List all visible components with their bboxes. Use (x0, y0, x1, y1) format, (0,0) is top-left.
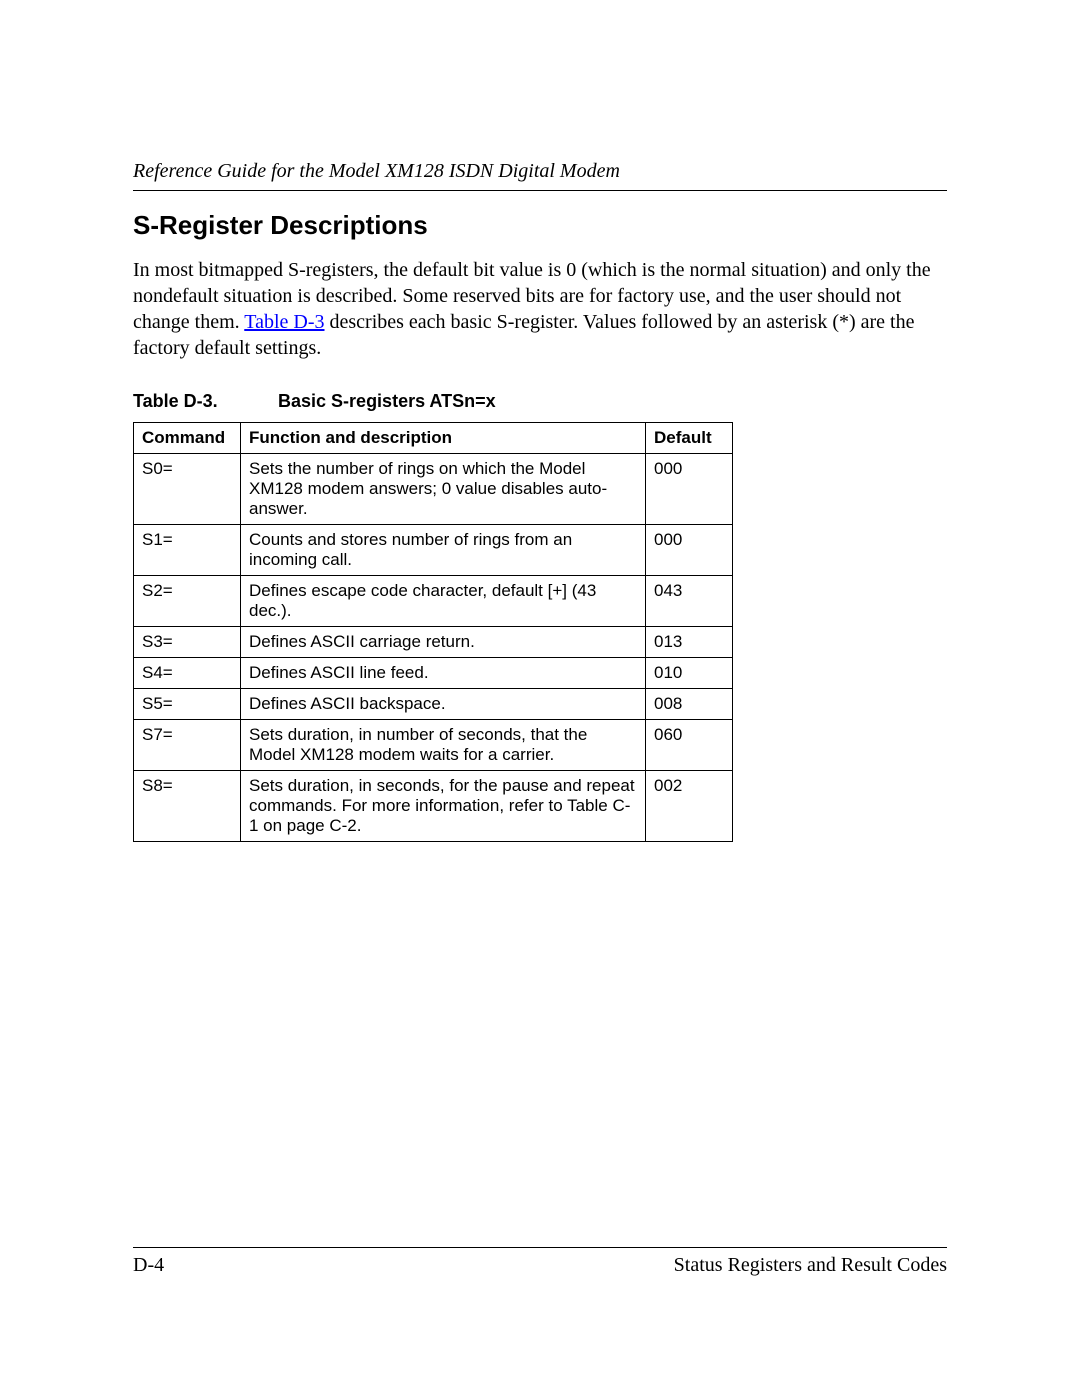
table-header-row: Command Function and description Default (134, 423, 733, 454)
page-number: D-4 (133, 1254, 164, 1277)
cell-command: S1= (134, 525, 241, 576)
table-caption: Table D-3. Basic S-registers ATSn=x (133, 391, 947, 412)
col-header-command: Command (134, 423, 241, 454)
table-row: S7= Sets duration, in number of seconds,… (134, 720, 733, 771)
cell-function: Sets duration, in number of seconds, tha… (241, 720, 646, 771)
footer-section-name: Status Registers and Result Codes (674, 1254, 947, 1277)
cell-command: S5= (134, 689, 241, 720)
cell-command: S2= (134, 576, 241, 627)
running-header: Reference Guide for the Model XM128 ISDN… (133, 160, 947, 183)
cell-default: 000 (646, 525, 733, 576)
sregisters-table: Command Function and description Default… (133, 422, 733, 842)
cell-command: S4= (134, 658, 241, 689)
table-d3-link[interactable]: Table D-3 (244, 311, 324, 333)
table-row: S0= Sets the number of rings on which th… (134, 454, 733, 525)
page-content: S-Register Descriptions In most bitmappe… (133, 200, 947, 842)
intro-paragraph: In most bitmapped S-registers, the defau… (133, 257, 947, 361)
header-rule (133, 190, 947, 191)
table-row: S4= Defines ASCII line feed. 010 (134, 658, 733, 689)
cell-default: 010 (646, 658, 733, 689)
cell-function: Defines ASCII carriage return. (241, 627, 646, 658)
footer-rule (133, 1247, 947, 1248)
cell-default: 002 (646, 771, 733, 842)
table-caption-title: Basic S-registers ATSn=x (278, 391, 496, 411)
col-header-default: Default (646, 423, 733, 454)
cell-default: 008 (646, 689, 733, 720)
cell-function: Sets the number of rings on which the Mo… (241, 454, 646, 525)
cell-function: Counts and stores number of rings from a… (241, 525, 646, 576)
cell-command: S3= (134, 627, 241, 658)
cell-command: S7= (134, 720, 241, 771)
cell-default: 060 (646, 720, 733, 771)
cell-default: 013 (646, 627, 733, 658)
cell-default: 000 (646, 454, 733, 525)
cell-default: 043 (646, 576, 733, 627)
page-footer: D-4 Status Registers and Result Codes (133, 1247, 947, 1277)
page: Reference Guide for the Model XM128 ISDN… (0, 0, 1080, 1397)
table-row: S8= Sets duration, in seconds, for the p… (134, 771, 733, 842)
col-header-function: Function and description (241, 423, 646, 454)
table-caption-number: Table D-3. (133, 391, 273, 412)
section-heading: S-Register Descriptions (133, 210, 947, 241)
table-row: S1= Counts and stores number of rings fr… (134, 525, 733, 576)
cell-function: Sets duration, in seconds, for the pause… (241, 771, 646, 842)
table-row: S2= Defines escape code character, defau… (134, 576, 733, 627)
table-row: S3= Defines ASCII carriage return. 013 (134, 627, 733, 658)
cell-function: Defines escape code character, default [… (241, 576, 646, 627)
cell-command: S0= (134, 454, 241, 525)
table-row: S5= Defines ASCII backspace. 008 (134, 689, 733, 720)
cell-command: S8= (134, 771, 241, 842)
cell-function: Defines ASCII line feed. (241, 658, 646, 689)
cell-function: Defines ASCII backspace. (241, 689, 646, 720)
